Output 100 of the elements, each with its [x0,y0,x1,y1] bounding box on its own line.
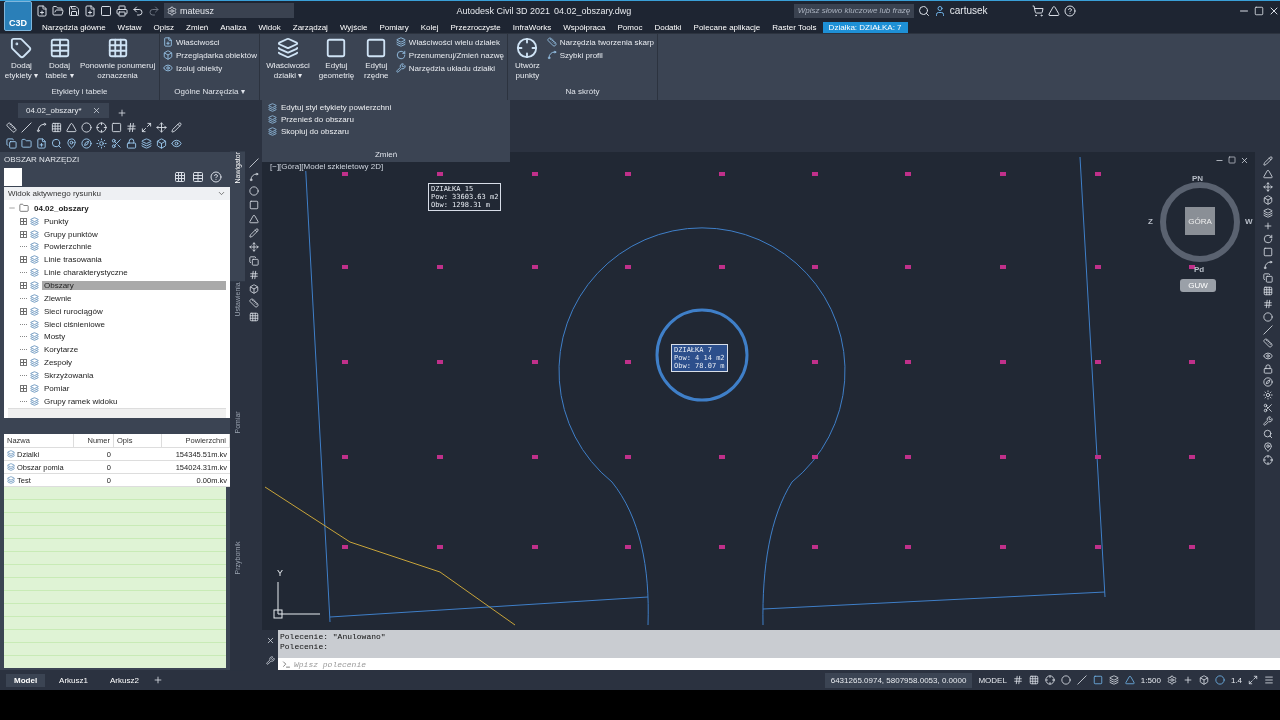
view-dropdown[interactable]: Widok aktywnego rysunku [4,187,230,200]
add-tab-icon[interactable] [152,675,163,685]
copy-icon[interactable] [1262,273,1273,283]
line-icon[interactable] [248,158,259,168]
expand-icon[interactable] [20,359,27,367]
ribbon-tool[interactable]: Właściwości działki ▾ [263,37,314,100]
compass-icon[interactable] [1262,377,1273,387]
annotation-scale[interactable]: 1.4 [1230,675,1242,685]
wrench-icon[interactable] [265,655,275,665]
eye-icon[interactable] [1262,351,1273,361]
file-icon[interactable] [84,4,96,17]
square-icon[interactable] [1092,675,1103,685]
layout-tab[interactable]: Arkusz1 [51,673,96,687]
curve-icon[interactable] [248,172,259,182]
ribbon-tab[interactable]: Kolej [414,22,445,33]
ribbon-tab[interactable]: Analiza [214,22,253,33]
ribbon-tab[interactable]: Dodatki [648,22,688,33]
ribbon-tool[interactable]: Przeglądarka obiektów [163,50,257,60]
ruler-icon[interactable] [1262,338,1273,348]
table-icon[interactable] [192,171,204,183]
panel-title[interactable]: Ogólne Narzędzia ▾ [160,87,259,100]
ribbon-tab[interactable]: Raster Tools [766,22,823,33]
ribbon-tool[interactable]: Dodaj etykiety ▾ [3,37,40,87]
menu-item[interactable]: Przenieś do obszaru [268,115,504,124]
ribbon-tool[interactable]: Dodaj tabele ▾ [42,37,77,87]
ribbon-tab[interactable]: Polecane aplikacje [687,22,767,33]
hash-icon[interactable] [126,121,137,133]
layout-tab[interactable]: Arkusz2 [102,673,147,687]
square-icon[interactable] [248,200,259,210]
compass-icon[interactable] [81,137,92,149]
hash-icon[interactable] [1262,299,1273,309]
search-icon[interactable] [51,137,62,149]
circle-icon[interactable] [1262,312,1273,322]
curve-icon[interactable] [1262,260,1273,270]
ribbon-tool[interactable]: Ponownie ponumeruj oznaczenia [79,37,156,87]
square-icon[interactable] [1262,247,1273,257]
grid-icon[interactable] [51,121,62,133]
ribbon-tool[interactable]: Utwórz punkty [511,37,544,87]
move-icon[interactable] [1262,182,1273,192]
box-icon[interactable] [248,284,259,294]
expand-icon[interactable] [141,121,152,133]
document-tab[interactable]: 04.02_obszary* [18,103,109,118]
triangle-icon[interactable] [248,214,259,224]
help-icon[interactable] [1063,4,1076,17]
print-icon[interactable] [116,4,128,17]
grid-icon[interactable] [1012,675,1023,685]
copy-icon[interactable] [6,137,17,149]
ribbon-tool[interactable]: Edytuj rzędne [359,37,393,100]
triangle-icon[interactable] [1047,4,1060,17]
scissors-icon[interactable] [1262,403,1273,413]
tree-item[interactable]: Sieci rurociągów [42,306,105,316]
curve-icon[interactable] [36,121,47,133]
ribbon-tab[interactable]: Współpraca [557,22,612,33]
ribbon-tab[interactable]: Zarządzaj [286,22,334,33]
layers-icon[interactable] [141,137,152,149]
eye-icon[interactable] [171,137,182,149]
circle-icon[interactable] [1214,675,1225,685]
ribbon-tab[interactable]: Widok [252,22,287,33]
scissors-icon[interactable] [111,137,122,149]
rotate-icon[interactable] [1262,234,1273,244]
app-logo[interactable]: C3D [4,0,32,31]
lock-icon[interactable] [126,137,137,149]
copy-icon[interactable] [248,256,259,266]
expand-icon[interactable] [20,282,27,289]
user-icon[interactable] [933,4,946,17]
space-toggle[interactable]: MODEL [978,675,1007,685]
tree-item[interactable]: Punkty [42,216,71,226]
search-field[interactable]: Wpisz słowo kluczowe lub frazę [793,3,914,18]
layers-icon[interactable] [1108,675,1119,685]
crosshair-icon[interactable] [1262,455,1273,465]
ribbon-tab[interactable]: Narzędzia główne [36,22,112,33]
ribbon-tool[interactable]: Właściwości [163,37,257,47]
folder-icon[interactable] [21,137,32,149]
box-icon[interactable] [1198,675,1209,685]
expand-icon[interactable] [20,384,27,392]
line-icon[interactable] [1262,325,1273,335]
viewport-label[interactable]: [−][Góra][Model szkieletowy 2D] [268,162,386,171]
tree-item[interactable]: Zespoły [42,358,74,368]
tree-item[interactable]: 04.02_obszary [32,203,91,213]
wrench-icon[interactable] [1262,416,1273,426]
search-icon[interactable] [1262,429,1273,439]
tree-item[interactable]: Powierzchnie [42,242,94,252]
new-file-icon[interactable] [36,4,48,17]
layout-tab[interactable]: Model [6,673,46,687]
triangle-icon[interactable] [1262,169,1273,179]
move-icon[interactable] [248,242,259,252]
ribbon-tab[interactable]: Wyjście [333,22,374,33]
tree-item[interactable]: Grupy punktów [42,229,100,239]
ribbon-tool[interactable]: Narzędzia tworzenia skarp [546,37,654,47]
crosshair-icon[interactable] [1044,675,1055,685]
pencil-icon[interactable] [171,121,182,133]
grid-icon[interactable] [248,312,259,322]
workspace-selector[interactable]: mateusz [164,3,294,18]
close-icon[interactable] [91,106,101,115]
open-folder-icon[interactable] [52,4,64,17]
sun-icon[interactable] [1262,390,1273,400]
ribbon-tab[interactable]: Pomoc [611,22,649,33]
ribbon-tool[interactable]: Szybki profil [546,50,654,60]
ribbon-tab[interactable]: Pomiary [373,22,415,33]
pencil-icon[interactable] [1262,156,1273,166]
